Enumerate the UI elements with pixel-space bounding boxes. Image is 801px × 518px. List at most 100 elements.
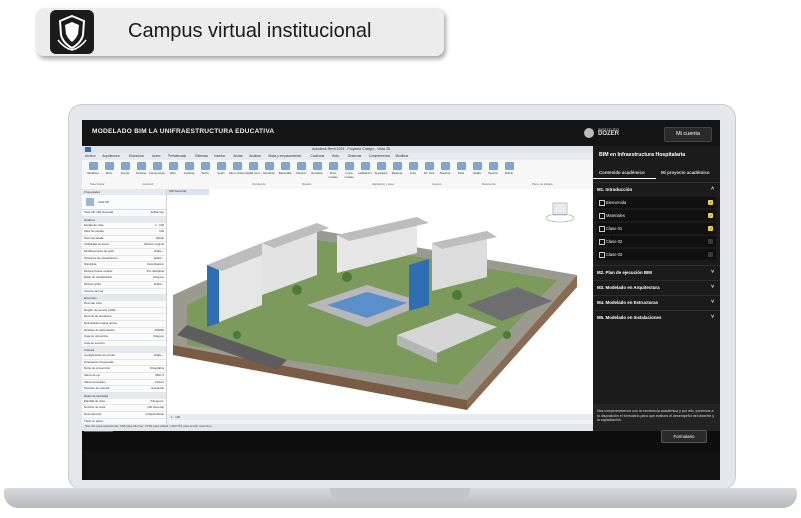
module-item[interactable]: M2. Plan de ejecución BIM ˅ xyxy=(593,265,720,280)
ribbon-button[interactable]: Barandilla xyxy=(277,162,293,175)
property-row[interactable]: Nivel de detalle Medio xyxy=(82,236,166,243)
ribbon-button[interactable]: Componente xyxy=(149,162,165,175)
lesson-item[interactable]: Bienvenida ✓ xyxy=(597,197,716,208)
lesson-item[interactable]: Clase 02 xyxy=(597,236,716,247)
revit-video-frame[interactable]: Autodesk Revit 2024 - Proyecto Colegio -… xyxy=(82,146,596,431)
chevron-up-icon[interactable]: ˄ xyxy=(711,186,714,192)
3d-viewport[interactable]: {3D General} xyxy=(167,189,593,414)
property-row[interactable]: Recorte de anotación xyxy=(82,314,166,321)
property-value[interactable]: Ajustando xyxy=(151,386,164,392)
ribbon-button[interactable]: Muro xyxy=(101,162,117,175)
property-value[interactable]: 100 xyxy=(159,229,164,235)
ribbon-tab[interactable]: Modificar xyxy=(396,154,409,158)
property-row[interactable]: Camino del sol xyxy=(82,289,166,296)
view-type-selector[interactable]: Vista 3D xyxy=(82,195,166,210)
property-row[interactable]: Opciones de visualización Editar... xyxy=(82,256,166,263)
module-item[interactable]: M5. Modelado en Instalaciones ˅ xyxy=(593,310,720,325)
ribbon-button[interactable]: Ventana xyxy=(133,162,149,175)
property-row[interactable]: Mostrar líneas ocultas Por disciplina xyxy=(82,269,166,276)
module-item[interactable]: M1. Introducción ˄ xyxy=(593,182,720,197)
property-value[interactable]: Mostrar original xyxy=(144,242,164,248)
ribbon-button[interactable]: Nivel xyxy=(453,162,469,175)
ribbon-button[interactable]: Línea modelo xyxy=(341,162,357,179)
property-row[interactable]: Altura de destino -1244.2 xyxy=(82,380,166,387)
property-row[interactable]: Modo de proyección Ortográfica xyxy=(82,366,166,374)
tab-academic-project[interactable]: Mi proyecto académico xyxy=(661,170,710,175)
property-row[interactable]: Valor de escala 100 xyxy=(82,229,166,236)
ribbon-button[interactable]: Separador xyxy=(373,162,389,175)
tab-academic-content[interactable]: Contenido académico xyxy=(599,170,645,175)
lesson-item[interactable]: Clase 01 ✓ xyxy=(597,223,716,234)
chevron-down-icon[interactable]: ˅ xyxy=(711,314,714,320)
ribbon-button[interactable]: Por cara xyxy=(421,162,437,175)
ribbon-button[interactable]: Muro cortina xyxy=(229,162,245,175)
property-value[interactable]: Ninguno xyxy=(153,275,164,281)
property-row[interactable]: Escala de vista 1 : 100 xyxy=(82,223,166,230)
property-value[interactable]: Independiente xyxy=(146,412,164,418)
property-row[interactable]: Mostrar grilla Editar... xyxy=(82,282,166,289)
module-item[interactable]: M3. Modelado en Arquitectura ˅ xyxy=(593,280,720,295)
ribbon-button[interactable]: Texto modelo xyxy=(325,162,341,179)
ribbon-button[interactable]: Pilar xyxy=(165,162,181,175)
property-value[interactable]: Por disciplina xyxy=(147,269,164,275)
ribbon-tab[interactable]: Insertar xyxy=(214,154,225,158)
property-value[interactable]: {3D General} xyxy=(147,405,164,411)
ribbon-button[interactable]: Escalera xyxy=(309,162,325,175)
property-value[interactable]: Medio xyxy=(156,236,164,242)
chevron-down-icon[interactable]: ˅ xyxy=(711,299,714,305)
ribbon-tab[interactable]: Anotar xyxy=(233,154,242,158)
ribbon-tab[interactable]: Masa y emplazamiento xyxy=(269,154,302,158)
ribbon-button[interactable]: Etiqueta xyxy=(389,162,405,175)
property-row[interactable]: Caja de referencia Ninguno xyxy=(82,334,166,341)
ribbon-button[interactable]: Montante xyxy=(261,162,277,175)
property-value[interactable]: 5667.2 xyxy=(155,373,164,379)
ribbon-tab[interactable]: Archivo xyxy=(85,154,96,158)
property-row[interactable]: Posición de cámara Ajustando xyxy=(82,386,166,393)
module-item[interactable]: M4. Modelado en Estructuras ˅ xyxy=(593,295,720,310)
form-button[interactable]: Formulario xyxy=(661,430,707,443)
ribbon-button[interactable]: Habitación xyxy=(357,162,373,175)
edit-type-button[interactable]: Editar tipo xyxy=(151,210,164,216)
chevron-down-icon[interactable]: ˅ xyxy=(711,269,714,275)
property-row[interactable]: Recortar vista xyxy=(82,301,166,308)
property-value[interactable]: Editar... xyxy=(154,282,164,288)
ribbon-tab[interactable]: Analizar xyxy=(249,154,261,158)
lesson-item[interactable]: Materiales ✓ xyxy=(597,210,716,221)
ribbon-button[interactable]: Suelo xyxy=(213,162,229,175)
property-value[interactable]: 1 : 100 xyxy=(155,223,164,229)
ribbon-button[interactable]: Mostrar xyxy=(485,162,501,175)
property-row[interactable]: Visibilidad de pieza Mostrar original xyxy=(82,242,166,249)
ribbon-button[interactable]: Abertura xyxy=(437,162,453,175)
ribbon-button[interactable]: Techo xyxy=(197,162,213,175)
checkbox-empty-icon[interactable] xyxy=(708,252,713,257)
property-row[interactable]: Región de recorte visible xyxy=(82,308,166,315)
checkbox-empty-icon[interactable] xyxy=(708,239,713,244)
property-row[interactable]: Desfase de delimitación 304800 xyxy=(82,328,166,335)
check-icon[interactable]: ✓ xyxy=(708,213,713,218)
property-row[interactable]: Altura de ojo 5667.2 xyxy=(82,373,166,380)
property-row[interactable]: Orientación bloqueada xyxy=(82,360,166,367)
property-row[interactable]: Dependencia Independiente xyxy=(82,412,166,419)
check-icon[interactable]: ✓ xyxy=(708,226,713,231)
ribbon-tab[interactable]: Complementos xyxy=(369,154,390,158)
my-account-button[interactable]: Mi cuenta xyxy=(664,127,712,142)
property-row[interactable]: Nombre de vista {3D General} xyxy=(82,405,166,413)
ribbon-tab[interactable]: Vista xyxy=(332,154,339,158)
property-row[interactable]: Delimitación lejana activa xyxy=(82,321,166,328)
ribbon-tab[interactable]: Prefabricado xyxy=(168,154,186,158)
property-row[interactable]: Caja de sección xyxy=(82,341,166,348)
property-row[interactable]: Configuración de render Editar... xyxy=(82,353,166,360)
property-value[interactable]: Editar... xyxy=(154,256,164,262)
property-value[interactable]: Ortográfica xyxy=(150,366,164,372)
chevron-down-icon[interactable]: ˅ xyxy=(711,284,714,290)
property-value[interactable]: Editar... xyxy=(154,249,164,255)
ribbon-button[interactable]: Rampa xyxy=(293,162,309,175)
ribbon-button[interactable]: Rejilla muro xyxy=(245,162,261,175)
ribbon-button[interactable]: Cubierta xyxy=(181,162,197,175)
ribbon-button[interactable]: Área xyxy=(405,162,421,175)
ribbon-button[interactable]: Modificar xyxy=(85,162,101,175)
property-value[interactable]: 304800 xyxy=(154,328,164,334)
property-value[interactable]: Coordinación xyxy=(147,262,164,268)
ribbon-button[interactable]: Puerta xyxy=(117,162,133,175)
lesson-item[interactable]: Clase 03 xyxy=(597,249,716,260)
